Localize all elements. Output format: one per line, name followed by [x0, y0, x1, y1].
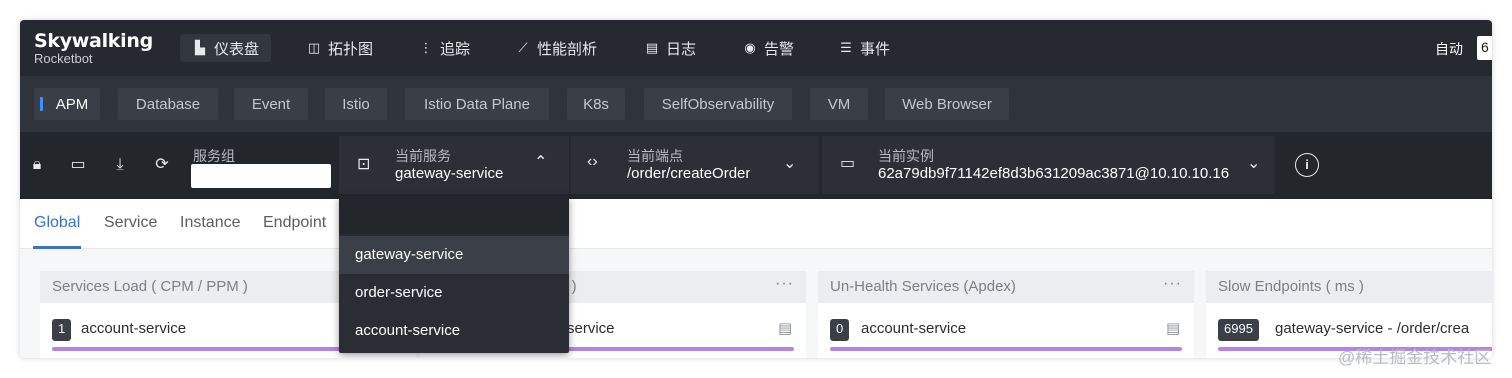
server-icon: ▭	[840, 155, 856, 172]
dashboard-content: Services Load ( CPM / PPM ) 1 account-se…	[20, 249, 1492, 358]
nav-item-log[interactable]: ▤ 日志	[632, 34, 708, 62]
top-nav: Skywalking Rocketbot ▙ 仪表盘 ◫ 拓扑图 ⋮ 追踪 ⟋ …	[20, 20, 1492, 76]
dashboard-icon: ▙	[195, 40, 205, 55]
row-label: gateway-service - /order/crea	[1275, 320, 1470, 337]
chevron-up-icon: ⌃	[534, 154, 548, 171]
layer-tab-apm[interactable]: APM	[34, 88, 100, 120]
chevron-down-icon: ⌄	[783, 155, 797, 172]
layer-tab-k8s[interactable]: K8s	[567, 88, 625, 120]
profile-icon: ⟋	[518, 40, 528, 55]
panel-header: Slow Endpoints ( ms )	[1206, 271, 1492, 303]
instance-selector-label: 当前实例	[878, 148, 934, 164]
layer-tab-istio[interactable]: Istio	[325, 88, 387, 120]
folder-icon[interactable]: ▭	[67, 154, 89, 176]
clipboard-icon[interactable]: ▤	[1166, 319, 1180, 337]
endpoint-selector-label: 当前端点	[627, 148, 683, 164]
nav-item-label: 仪表盘	[214, 40, 260, 58]
logo[interactable]: Skywalking Rocketbot	[34, 30, 153, 66]
dashboard-tabs: Global Service Instance Endpoint	[20, 199, 1492, 249]
layer-tab-selfobservability[interactable]: SelfObservability	[644, 88, 792, 120]
logo-main-text: Skywalking	[34, 30, 153, 52]
service-group-label: 服务组	[193, 148, 235, 164]
service-selector[interactable]: ⊡ 当前服务 gateway-service ⌃	[339, 136, 569, 194]
chevron-down-icon: ⌄	[1247, 155, 1261, 172]
layer-tab-istio-data-plane[interactable]: Istio Data Plane	[405, 88, 549, 120]
watermark: @稀土掘金技术社区	[1338, 348, 1492, 367]
rank-badge: 0	[830, 319, 850, 341]
nav-item-label: 性能剖析	[537, 40, 598, 58]
service-group-input[interactable]	[191, 164, 331, 188]
alarm-icon: ◉	[744, 40, 756, 55]
nav-item-label: 拓扑图	[328, 40, 374, 58]
panel-title: Slow Endpoints ( ms )	[1218, 278, 1364, 295]
service-option[interactable]: account-service	[339, 312, 569, 350]
download-icon[interactable]: ⤓	[109, 154, 131, 176]
topology-icon: ◫	[307, 40, 321, 55]
layer-tab-web-browser[interactable]: Web Browser	[885, 88, 1009, 120]
auto-refresh-label: 自动	[1435, 41, 1463, 57]
service-dropdown: gateway-service order-service account-se…	[339, 196, 569, 353]
panel-title: Services Load ( CPM / PPM )	[52, 278, 248, 295]
nav-item-label: 告警	[764, 40, 795, 58]
value-bar	[830, 347, 1182, 351]
service-selector-label: 当前服务	[395, 148, 451, 164]
service-selector-value: gateway-service	[395, 165, 504, 182]
info-icon[interactable]: i	[1295, 153, 1319, 177]
tab-instance[interactable]: Instance	[180, 214, 240, 232]
row-label: account-service	[861, 320, 967, 337]
rank-badge: 1	[52, 319, 72, 341]
nav-item-profile[interactable]: ⟋ 性能剖析	[503, 34, 609, 62]
app-window: Skywalking Rocketbot ▙ 仪表盘 ◫ 拓扑图 ⋮ 追踪 ⟋ …	[20, 20, 1492, 358]
service-option[interactable]: gateway-service	[339, 236, 569, 274]
selector-bar: 🔒︎ ▭ ⤓ ⟳ 服务组 ⊡ 当前服务 gateway-service ⌃ ‹›…	[20, 132, 1492, 199]
rank-badge: 6995	[1218, 319, 1259, 341]
nav-item-label: 日志	[666, 40, 697, 58]
instance-selector[interactable]: ▭ 当前实例 62a79db9f71142ef8d3b631209ac3871@…	[822, 136, 1274, 194]
trace-icon: ⋮	[419, 40, 433, 55]
service-option[interactable]: order-service	[339, 274, 569, 312]
nav-item-label: 事件	[860, 40, 891, 58]
refresh-icon[interactable]: ⟳	[151, 154, 173, 176]
more-icon[interactable]: ···	[775, 275, 794, 293]
nav-item-event[interactable]: ☰ 事件	[826, 34, 902, 62]
code-icon: ‹›	[587, 153, 598, 170]
event-icon: ☰	[840, 40, 852, 55]
service-search-input[interactable]	[339, 196, 569, 234]
tab-endpoint[interactable]: Endpoint	[263, 214, 326, 232]
clipboard-icon[interactable]: ▤	[778, 319, 792, 337]
nav-item-alarm[interactable]: ◉ 告警	[730, 34, 806, 62]
panel-title: Un-Health Services (Apdex)	[830, 278, 1016, 295]
tab-global[interactable]: Global	[34, 214, 80, 232]
row-label: account-service	[81, 320, 187, 337]
nav-item-trace[interactable]: ⋮ 追踪	[406, 34, 482, 62]
layer-tab-database[interactable]: Database	[118, 88, 218, 120]
auto-refresh-input[interactable]: 6	[1477, 36, 1492, 60]
tab-service[interactable]: Service	[104, 214, 157, 232]
nav-item-label: 追踪	[440, 40, 471, 58]
service-lock-icon: ⊡	[357, 156, 371, 173]
layer-bar: APM Database Event Istio Istio Data Plan…	[20, 76, 1492, 132]
logo-sub-text: Rocketbot	[34, 51, 93, 66]
nav-item-dashboard[interactable]: ▙ 仪表盘	[180, 34, 272, 62]
endpoint-selector-value: /order/createOrder	[627, 165, 751, 182]
layer-tab-event[interactable]: Event	[234, 88, 308, 120]
panel-header: Un-Health Services (Apdex) ···	[818, 271, 1194, 303]
panel-unhealth-services: Un-Health Services (Apdex) ··· 0 account…	[818, 271, 1194, 358]
lock-icon[interactable]: 🔒︎	[26, 154, 48, 176]
row-label: service	[567, 320, 615, 337]
more-icon[interactable]: ···	[1163, 275, 1182, 293]
endpoint-selector[interactable]: ‹› 当前端点 /order/createOrder ⌄	[571, 136, 819, 194]
log-icon: ▤	[645, 40, 659, 55]
nav-item-topology[interactable]: ◫ 拓扑图	[294, 34, 385, 62]
layer-tab-vm[interactable]: VM	[810, 88, 868, 120]
instance-selector-value: 62a79db9f71142ef8d3b631209ac3871@10.10.1…	[878, 165, 1230, 182]
